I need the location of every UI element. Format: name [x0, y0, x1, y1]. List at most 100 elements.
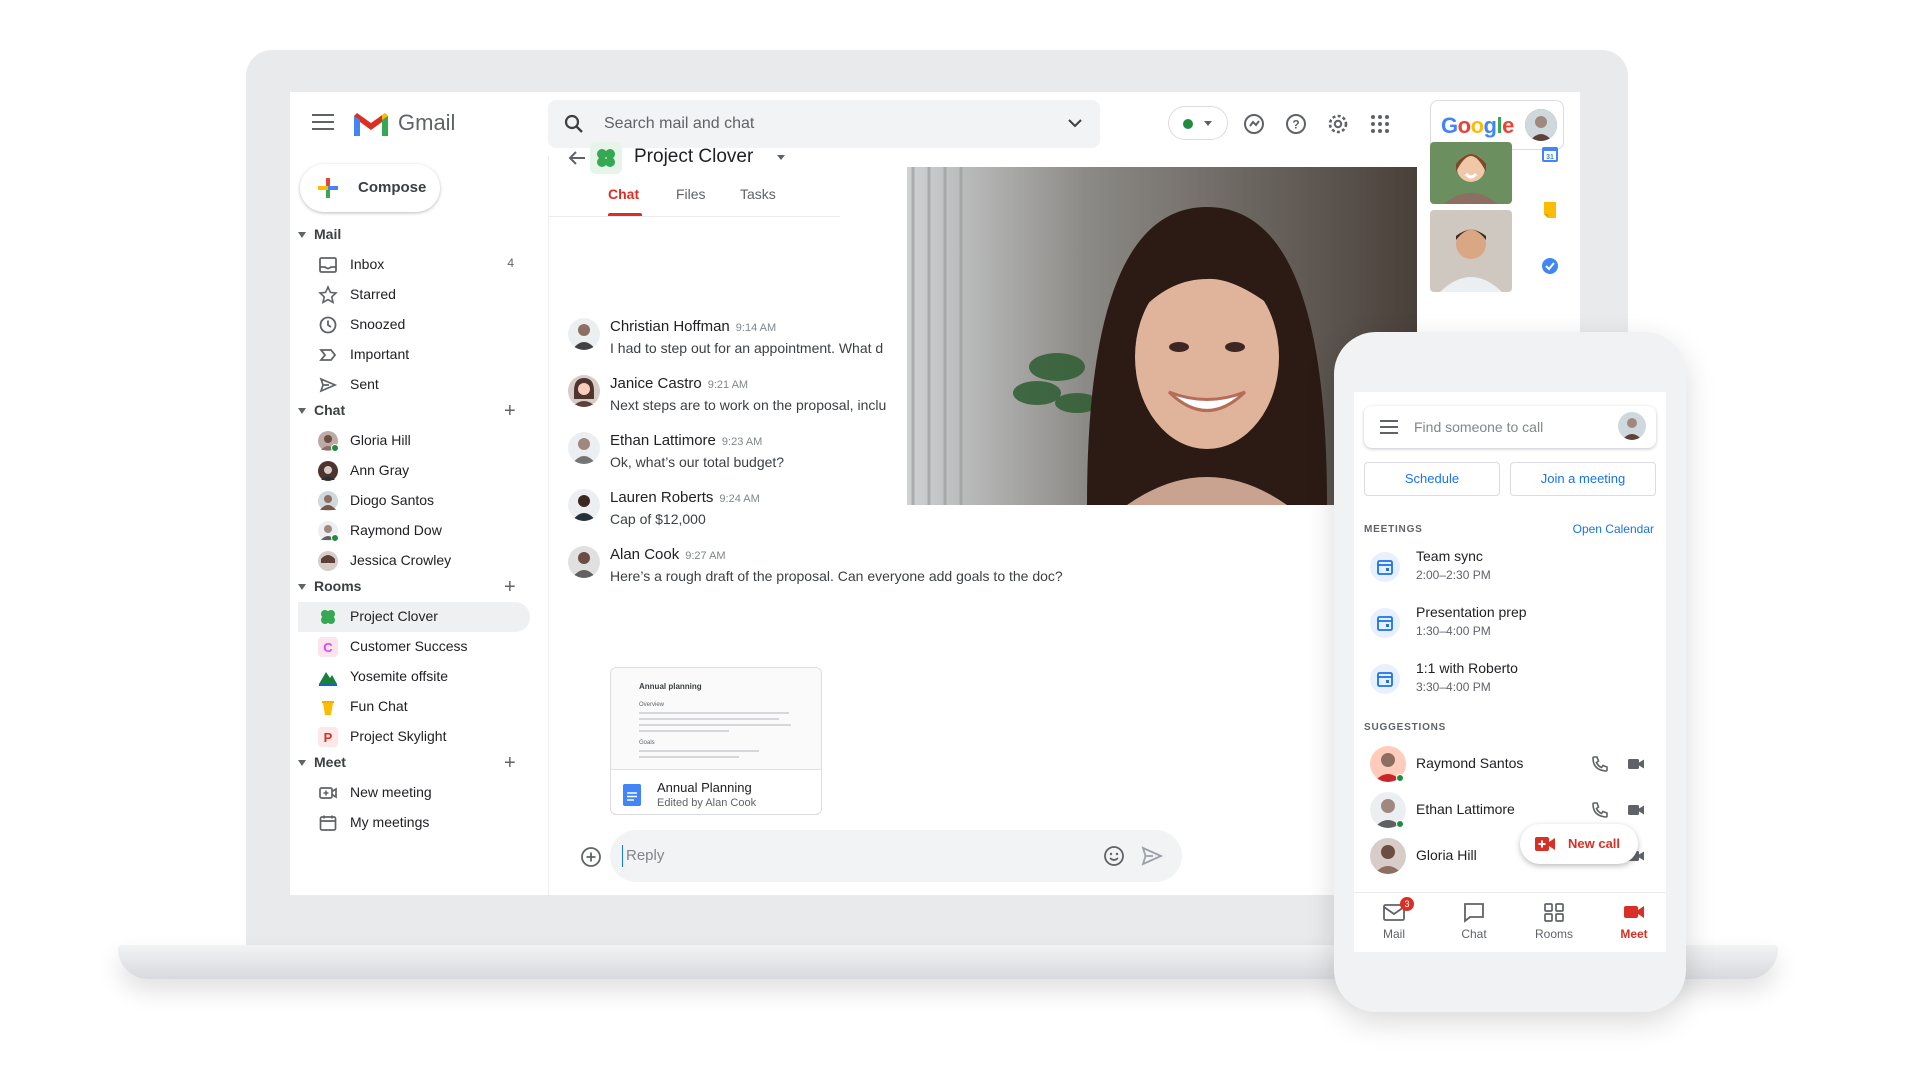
- keep-notes-icon[interactable]: [1540, 200, 1560, 220]
- sidebar-item-jessica-crowley[interactable]: Jessica Crowley: [298, 546, 530, 576]
- rooms-section-toggle[interactable]: Rooms: [298, 578, 361, 598]
- sidebar-item-label: Project Clover: [350, 608, 438, 624]
- sidebar-item-project-skylight[interactable]: P Project Skylight: [298, 722, 530, 752]
- message-author: Alan Cook 9:27 AM: [610, 546, 726, 563]
- video-call-icon[interactable]: [1626, 754, 1646, 774]
- status-selector[interactable]: [1168, 106, 1228, 140]
- help-icon[interactable]: ?: [1284, 112, 1308, 136]
- suggestion-item[interactable]: Raymond Santos: [1364, 738, 1656, 790]
- apps-grid-icon[interactable]: [1368, 112, 1392, 136]
- join-meeting-button[interactable]: Join a meeting: [1510, 462, 1656, 496]
- sidebar-item-gloria-hill[interactable]: Gloria Hill: [298, 426, 530, 456]
- sidebar-item-diogo-santos[interactable]: Diogo Santos: [298, 486, 530, 516]
- google-logo: Google: [1441, 113, 1514, 138]
- search-icon[interactable]: [564, 114, 584, 134]
- new-call-button[interactable]: New call: [1520, 824, 1638, 864]
- clover-icon: [321, 610, 335, 624]
- mail-section-toggle[interactable]: Mail: [298, 226, 341, 246]
- tab-files[interactable]: Files: [676, 186, 706, 210]
- message-text: Next steps are to work on the proposal, …: [610, 397, 887, 413]
- send-icon[interactable]: [1140, 844, 1164, 868]
- emoji-icon[interactable]: [1102, 844, 1126, 868]
- menu-icon[interactable]: [1380, 420, 1398, 434]
- meeting-item[interactable]: Team sync 2:00–2:30 PM: [1364, 542, 1656, 594]
- avatar[interactable]: [568, 375, 600, 407]
- tasks-icon[interactable]: [1540, 256, 1560, 276]
- sidebar-item-project-clover[interactable]: Project Clover: [298, 602, 530, 632]
- find-someone-search[interactable]: Find someone to call: [1364, 406, 1656, 448]
- sidebar-item-label: My meetings: [350, 814, 430, 830]
- schedule-button[interactable]: Schedule: [1364, 462, 1500, 496]
- search-input[interactable]: Search mail and chat: [604, 115, 754, 133]
- meet-add-button[interactable]: +: [504, 753, 516, 773]
- star-icon: [318, 285, 338, 304]
- nav-label: Mail: [1382, 927, 1405, 941]
- room-title[interactable]: Project Clover: [634, 146, 753, 168]
- message-author: Janice Castro 9:21 AM: [610, 375, 748, 392]
- sidebar-item-customer-success[interactable]: C Customer Success: [298, 632, 530, 662]
- back-arrow-icon[interactable]: [568, 150, 586, 166]
- letter-c-icon: C: [318, 637, 338, 657]
- nav-chat[interactable]: Chat: [1444, 901, 1504, 949]
- find-someone-input[interactable]: Find someone to call: [1414, 419, 1543, 435]
- top-bar: Gmail Search mail and chat ? Google: [290, 92, 1580, 156]
- svg-text:?: ?: [1292, 118, 1299, 132]
- sidebar-item-label: Project Skylight: [350, 728, 447, 744]
- sidebar-item-sent[interactable]: Sent: [298, 370, 530, 400]
- meet-section-toggle[interactable]: Meet: [298, 754, 346, 774]
- sidebar-item-snoozed[interactable]: Snoozed: [298, 310, 530, 340]
- main-menu-button[interactable]: [312, 114, 334, 132]
- chat-section-toggle[interactable]: Chat: [298, 402, 345, 422]
- nav-mail[interactable]: 3 Mail: [1364, 897, 1424, 949]
- search-options-icon[interactable]: [1068, 118, 1082, 128]
- sidebar-item-new-meeting[interactable]: New meeting: [298, 778, 530, 808]
- online-indicator: [331, 534, 339, 542]
- suggestion-name: Raymond Santos: [1416, 755, 1524, 771]
- calendar-icon[interactable]: 31: [1540, 144, 1560, 164]
- status-check-icon[interactable]: [1242, 112, 1266, 136]
- sidebar-item-my-meetings[interactable]: My meetings: [298, 808, 530, 838]
- message-author: Lauren Roberts 9:24 AM: [610, 489, 760, 506]
- account-avatar[interactable]: [1618, 412, 1646, 440]
- open-calendar-link[interactable]: Open Calendar: [1573, 522, 1654, 536]
- reply-input[interactable]: Reply: [610, 830, 1182, 882]
- sidebar-item-ann-gray[interactable]: Ann Gray: [298, 456, 530, 486]
- phone-call-icon[interactable]: [1590, 800, 1610, 820]
- online-indicator: [1396, 774, 1404, 782]
- nav-meet[interactable]: Meet: [1604, 901, 1664, 949]
- account-avatar[interactable]: [1525, 109, 1557, 141]
- sidebar-item-starred[interactable]: Starred: [298, 280, 530, 310]
- sidebar-item-label: Jessica Crowley: [350, 552, 452, 568]
- participant-thumbnail[interactable]: [1430, 142, 1512, 204]
- avatar: [318, 491, 338, 511]
- phone-call-icon[interactable]: [1590, 754, 1610, 774]
- chevron-down-icon[interactable]: [776, 154, 786, 161]
- active-status-dot: [1183, 119, 1193, 129]
- tab-chat[interactable]: Chat: [608, 186, 639, 210]
- settings-gear-icon[interactable]: [1326, 112, 1350, 136]
- sidebar-item-important[interactable]: Important: [298, 340, 530, 370]
- video-call-icon[interactable]: [1626, 800, 1646, 820]
- sidebar-item-label: Ann Gray: [350, 462, 410, 478]
- avatar[interactable]: [568, 546, 600, 578]
- nav-rooms[interactable]: Rooms: [1524, 901, 1584, 949]
- compose-button[interactable]: Compose: [300, 164, 440, 212]
- sidebar-item-fun-chat[interactable]: Fun Chat: [298, 692, 530, 722]
- sidebar-item-inbox[interactable]: Inbox 4: [298, 250, 530, 280]
- search-bar[interactable]: Search mail and chat: [548, 100, 1100, 148]
- participant-thumbnail[interactable]: [1430, 210, 1512, 292]
- create-room-button[interactable]: +: [504, 577, 516, 597]
- add-circle-icon[interactable]: [580, 846, 602, 868]
- start-chat-button[interactable]: +: [504, 401, 516, 421]
- meeting-item[interactable]: Presentation prep 1:30–4:00 PM: [1364, 598, 1656, 650]
- meet-section-label: Meet: [314, 754, 346, 770]
- avatar[interactable]: [568, 432, 600, 464]
- meeting-item[interactable]: 1:1 with Roberto 3:30–4:00 PM: [1364, 654, 1656, 706]
- avatar[interactable]: [568, 489, 600, 521]
- sidebar-item-raymond-dow[interactable]: Raymond Dow: [298, 516, 530, 546]
- tab-tasks[interactable]: Tasks: [740, 186, 776, 210]
- avatar[interactable]: [568, 318, 600, 350]
- sidebar-item-yosemite-offsite[interactable]: Yosemite offsite: [298, 662, 530, 692]
- sidebar-item-label: Diogo Santos: [350, 492, 435, 508]
- doc-attachment-card[interactable]: Annual planning Overview Goals Annual Pl…: [610, 667, 822, 815]
